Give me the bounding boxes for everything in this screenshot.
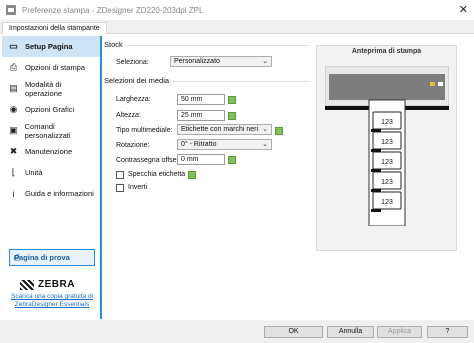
black-mark (371, 129, 381, 132)
mirror-config-button[interactable] (188, 171, 196, 179)
dialog-footer: OK Annulla Applica ? (0, 320, 474, 343)
printer-app-icon (6, 5, 16, 15)
black-mark (371, 209, 381, 212)
media-type-config-button[interactable] (275, 127, 283, 135)
close-icon[interactable]: ✕ (459, 3, 468, 16)
black-mark (371, 189, 381, 192)
media-type-label: Tipo multimediale: (116, 127, 173, 134)
width-unit-button[interactable] (228, 96, 236, 104)
download-link[interactable]: Scarica una copia gratuita di ZebraDesig… (6, 293, 98, 309)
sidebar-item-opzioni-stampa[interactable]: ⎙ Opzioni di stampa (2, 57, 100, 78)
page-icon: ▭ (9, 41, 18, 51)
sidebar-item-opzioni-grafici[interactable]: ◉ Opzioni Grafici (2, 99, 100, 120)
printer-head (329, 74, 445, 100)
invert-checkbox[interactable] (116, 184, 124, 192)
preview-title: Anteprima di stampa (351, 48, 422, 55)
media-type-select[interactable]: Etichette con marchi neri ⌄ (177, 124, 272, 135)
printer-icon: ⎙ (9, 62, 18, 72)
preview-label-text: 123 (381, 179, 393, 186)
preview-label-text: 123 (381, 119, 393, 126)
rotation-select[interactable]: 0° - Ritratto ⌄ (177, 139, 272, 150)
printer-illustration: 123 123 123 123 123 (325, 66, 449, 226)
ruler-icon: ⌊ (11, 167, 16, 177)
sidebar-item-unita[interactable]: ⌊ Unità (2, 162, 100, 183)
invert-label: Inverti (128, 184, 148, 191)
offset-unit-button[interactable] (228, 156, 236, 164)
offset-label: Contrassegna offset: (116, 157, 181, 164)
cancel-button[interactable]: Annulla (327, 326, 374, 338)
sidebar-item-comandi-personalizzati[interactable]: ▣ Comandi personalizzati (2, 120, 100, 141)
rotation-label: Rotazione: (116, 142, 150, 149)
preview-label-text: 123 (381, 159, 393, 166)
sidebar-item-setup-pagina[interactable]: ▭ Setup Pagina (2, 36, 100, 57)
chevron-down-icon: ⌄ (262, 126, 268, 133)
wrench-icon: ✖ (9, 146, 18, 156)
printer-led-icon (430, 82, 435, 86)
print-preview: Anteprima di stampa 123 123 123 123 123 (316, 45, 457, 251)
zebra-logo-icon (20, 279, 34, 290)
height-input[interactable]: 25 mm (177, 110, 225, 121)
graphics-icon: ◉ (9, 104, 18, 114)
window-title: Preferenze stampa - ZDesigner ZD220-203d… (22, 5, 204, 15)
terminal-icon: ▣ (9, 125, 18, 135)
black-mark (371, 149, 381, 152)
media-heading: Selezioni dei media (104, 76, 170, 85)
preview-label-text: 123 (381, 139, 393, 146)
tab-strip: Impostazioni della stampante (0, 20, 474, 35)
stock-select-label: Seleziona: (116, 59, 149, 66)
title-bar: Preferenze stampa - ZDesigner ZD220-203d… (0, 0, 474, 20)
height-label: Altezza: (116, 112, 141, 119)
page-setup-form: Stock Seleziona: Personalizzato ⌄ Selezi… (104, 34, 310, 320)
chevron-down-icon: ⌄ (262, 141, 268, 148)
preview-label-text: 123 (381, 199, 393, 206)
help-button[interactable]: ? (427, 326, 468, 338)
height-unit-button[interactable] (228, 112, 236, 120)
printer-led-icon (438, 82, 443, 86)
chevron-down-icon: ⌄ (262, 58, 268, 65)
apply-button[interactable]: Applica (377, 326, 422, 338)
ok-button[interactable]: OK (264, 326, 323, 338)
mirror-label: Specchia etichetta (128, 171, 186, 178)
help-icon: i (12, 188, 15, 199)
stock-select[interactable]: Personalizzato ⌄ (170, 56, 272, 67)
stock-heading: Stock (104, 40, 123, 49)
operation-mode-icon: ▤ (9, 83, 18, 93)
content-area: ▭ Setup Pagina ⎙ Opzioni di stampa ▤ Mod… (0, 34, 474, 320)
sidebar-item-modalita-operazione[interactable]: ▤ Modalità di operazione (2, 78, 100, 99)
width-input[interactable]: 50 mm (177, 94, 225, 105)
mirror-checkbox[interactable] (116, 171, 124, 179)
black-mark (371, 169, 381, 172)
test-page-button[interactable]: ⎙ Pagina di prova (9, 249, 95, 266)
sidebar: ▭ Setup Pagina ⎙ Opzioni di stampa ▤ Mod… (2, 36, 102, 319)
zebra-logo: ZEBRA (20, 279, 75, 290)
offset-input[interactable]: 0 mm (177, 154, 225, 165)
divider (170, 81, 310, 82)
sidebar-item-manutenzione[interactable]: ✖ Manutenzione (2, 141, 100, 162)
divider (126, 45, 310, 46)
width-label: Larghezza: (116, 96, 151, 103)
sidebar-item-guida[interactable]: i Guida e informazioni (2, 183, 100, 204)
